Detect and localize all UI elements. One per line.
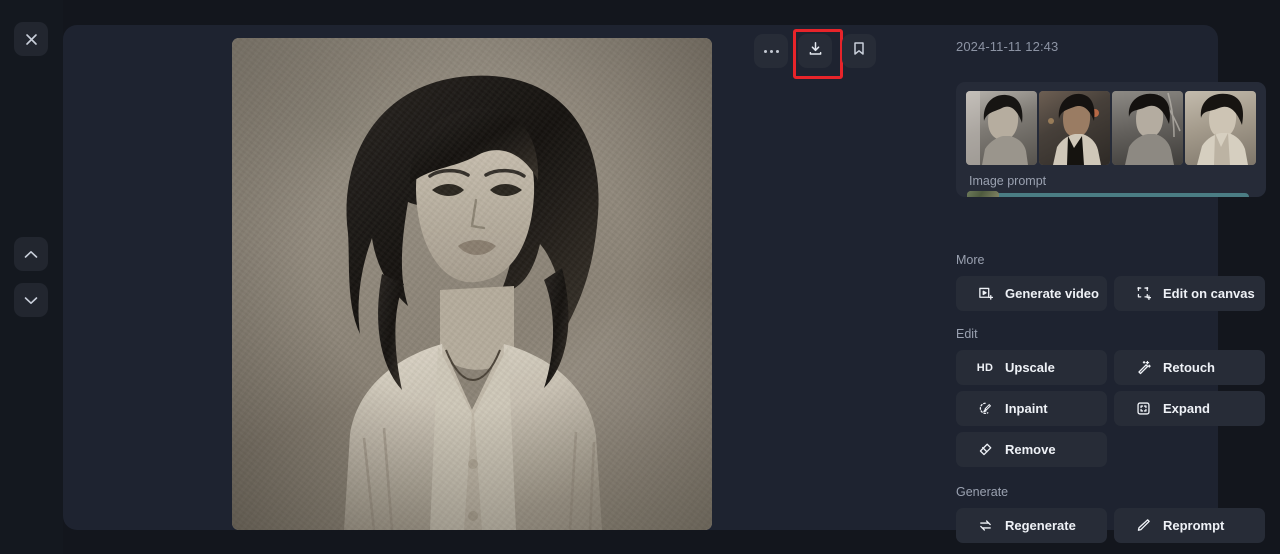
upscale-label: Upscale: [1005, 360, 1055, 375]
close-icon: [25, 33, 38, 46]
magic-wand-icon: [1135, 360, 1151, 376]
bookmark-icon: [852, 41, 866, 61]
section-label-more: More: [956, 253, 985, 267]
hd-icon: HD: [976, 361, 994, 374]
section-label-edit: Edit: [956, 327, 978, 341]
left-rail: [0, 0, 63, 554]
inpaint-button[interactable]: Inpaint: [956, 391, 1107, 426]
inpaint-label: Inpaint: [1005, 401, 1048, 416]
reprompt-label: Reprompt: [1163, 518, 1225, 533]
ellipsis-icon: [763, 49, 779, 53]
edit-on-canvas-label: Edit on canvas: [1163, 286, 1255, 301]
details-sidebar: 2024-11-11 12:43 Image prompt More Gener…: [893, 25, 1266, 543]
hero-image[interactable]: [232, 38, 712, 530]
generate-video-label: Generate video: [1005, 286, 1099, 301]
expand-label: Expand: [1163, 401, 1210, 416]
refresh-icon: [977, 518, 993, 534]
inpaint-brush-icon: [977, 401, 993, 417]
edit-on-canvas-button[interactable]: Edit on canvas: [1114, 276, 1265, 311]
retouch-label: Retouch: [1163, 360, 1215, 375]
remove-button[interactable]: Remove: [956, 432, 1107, 467]
prompt-thumbnail[interactable]: [1185, 91, 1256, 165]
reprompt-button[interactable]: Reprompt: [1114, 508, 1265, 543]
retouch-button[interactable]: Retouch: [1114, 350, 1265, 385]
previous-image-button[interactable]: [14, 237, 48, 271]
video-box-icon: [977, 286, 993, 302]
chevron-up-icon: [24, 250, 38, 259]
prompt-chip-thumbnail: [967, 191, 999, 197]
canvas-transform-icon: [1135, 286, 1151, 302]
section-label-generate: Generate: [956, 485, 1009, 499]
image-stage: [63, 25, 918, 530]
bookmark-button[interactable]: [842, 34, 876, 68]
timestamp: 2024-11-11 12:43: [956, 39, 1059, 54]
image-toolbar: [754, 29, 876, 79]
prompt-thumbnail[interactable]: [1039, 91, 1110, 165]
more-options-button[interactable]: [754, 34, 788, 68]
regenerate-label: Regenerate: [1005, 518, 1076, 533]
portrait-artwork: [232, 38, 712, 530]
image-prompt-label: Image prompt: [969, 174, 1047, 188]
regenerate-button[interactable]: Regenerate: [956, 508, 1107, 543]
prompt-progress-bar: [967, 193, 1249, 197]
prompt-thumbnail[interactable]: [966, 91, 1037, 165]
pencil-icon: [1135, 518, 1151, 534]
expand-button[interactable]: Expand: [1114, 391, 1265, 426]
close-button[interactable]: [14, 22, 48, 56]
next-image-button[interactable]: [14, 283, 48, 317]
prompt-thumbnail[interactable]: [1112, 91, 1183, 165]
eraser-icon: [977, 442, 993, 458]
main-panel: 2024-11-11 12:43 Image prompt More Gener…: [63, 25, 1266, 543]
download-icon: [808, 41, 823, 61]
expand-frame-icon: [1135, 401, 1151, 417]
image-prompt-card[interactable]: Image prompt: [956, 82, 1266, 197]
upscale-button[interactable]: HD Upscale: [956, 350, 1107, 385]
chevron-down-icon: [24, 296, 38, 305]
image-viewer-screen: 2024-11-11 12:43 Image prompt More Gener…: [0, 0, 1280, 554]
prompt-thumbnail-strip: [966, 91, 1256, 165]
download-button[interactable]: [793, 29, 843, 79]
generate-video-button[interactable]: Generate video: [956, 276, 1107, 311]
remove-label: Remove: [1005, 442, 1056, 457]
